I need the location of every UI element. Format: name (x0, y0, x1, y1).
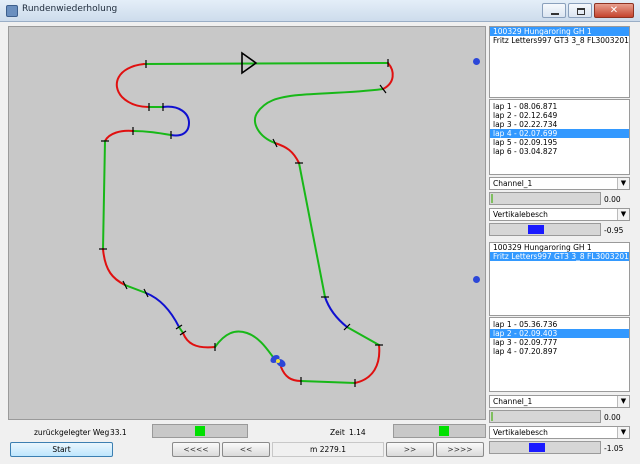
maximize-icon (577, 8, 585, 15)
top-channel-marker (473, 58, 480, 65)
track-segment (214, 330, 274, 358)
accel-select-value: Vertikalebesch (493, 428, 548, 437)
list-item[interactable]: lap 1 - 08.06.871 (490, 102, 629, 111)
track-segment (182, 332, 216, 349)
distance-value: 33.1 (110, 428, 127, 437)
channel-value-top: 0.00 (604, 195, 621, 204)
session-list-bottom[interactable]: 100329 Hungaroring GH 1 Fritz Letters997… (489, 242, 630, 316)
track-segment (143, 62, 389, 65)
accel-select-bottom[interactable]: Vertikalebesch ▼ (489, 426, 630, 439)
list-item[interactable]: lap 3 - 02.22.734 (490, 120, 629, 129)
channel-value-bottom: 0.00 (604, 413, 621, 422)
close-button[interactable]: ✕ (594, 3, 634, 18)
channel-bar-top (489, 192, 601, 205)
list-item[interactable]: 100329 Hungaroring GH 1 (490, 27, 629, 36)
track-segment (280, 366, 302, 382)
distance-label: zurückgelegter Weg (34, 428, 110, 437)
rewind-fast-button[interactable]: <<<< (172, 442, 220, 457)
accel-bar-top (489, 223, 601, 236)
minimize-icon (551, 13, 559, 15)
distance-progress[interactable] (152, 424, 248, 438)
forward-fast-button[interactable]: >>>> (436, 442, 484, 457)
window-title: Rundenwiederholung (22, 4, 118, 14)
chevron-down-icon: ▼ (617, 178, 629, 189)
chevron-down-icon: ▼ (617, 396, 629, 407)
lap-list-top[interactable]: lap 1 - 08.06.871 lap 2 - 02.12.649 lap … (489, 99, 630, 175)
time-label: Zeit (330, 428, 345, 437)
track-segment (132, 130, 172, 136)
track-segment (178, 326, 184, 334)
track-segment (145, 292, 180, 328)
track-map-panel (8, 26, 486, 420)
track-segment (324, 296, 348, 328)
maximize-button[interactable] (568, 3, 592, 18)
minimize-button[interactable] (542, 3, 566, 18)
list-item[interactable]: lap 4 - 02.07.699 (490, 129, 629, 138)
list-item[interactable]: lap 3 - 02.09.777 (490, 338, 629, 347)
track-segment (274, 142, 300, 164)
accel-bar-fill (528, 225, 544, 234)
forward-button[interactable]: >> (386, 442, 434, 457)
channel-select-top[interactable]: Channel_1 ▼ (489, 177, 630, 190)
track-segment (102, 140, 106, 250)
position-readout: m 2279.1 (272, 442, 384, 457)
list-item[interactable]: 100329 Hungaroring GH 1 (490, 243, 629, 252)
chevron-down-icon: ▼ (617, 209, 629, 220)
accel-select-value: Vertikalebesch (493, 210, 548, 219)
track-ticks (99, 59, 389, 387)
rewind-button[interactable]: << (222, 442, 270, 457)
session-list-top[interactable]: 100329 Hungaroring GH 1 Fritz Letters997… (489, 26, 630, 98)
channel-bar-fill (491, 194, 493, 203)
channel-bar-bottom (489, 410, 601, 423)
track-map (99, 51, 394, 387)
list-item[interactable]: lap 2 - 02.09.403 (490, 329, 629, 338)
accel-bar-fill (529, 443, 545, 452)
track-segment (300, 380, 356, 384)
track-segment (298, 162, 326, 298)
list-item[interactable]: lap 4 - 07.20.897 (490, 347, 629, 356)
bottom-channel-marker (473, 276, 480, 283)
list-item[interactable]: lap 6 - 03.04.827 (490, 147, 629, 156)
accel-value-bottom: -1.05 (604, 444, 624, 453)
channel-select-value: Channel_1 (493, 397, 533, 406)
time-progress[interactable] (393, 424, 486, 438)
channel-select-bottom[interactable]: Channel_1 ▼ (489, 395, 630, 408)
track-segment (102, 248, 126, 286)
list-item[interactable]: Fritz Letters997 GT3 3_8 FL30032010_0 (490, 36, 629, 45)
close-icon: ✕ (609, 5, 619, 16)
accel-bar-bottom (489, 441, 601, 454)
time-value: 1.14 (349, 428, 366, 437)
distance-progress-indicator (195, 426, 205, 436)
time-progress-indicator (439, 426, 449, 436)
app-icon (6, 5, 18, 17)
chevron-down-icon: ▼ (617, 427, 629, 438)
channel-select-value: Channel_1 (493, 179, 533, 188)
list-item[interactable]: lap 1 - 05.36.736 (490, 320, 629, 329)
track-segment (254, 88, 384, 144)
list-item[interactable]: Fritz Letters997 GT3 3_8 FL30032010_0 (490, 252, 629, 261)
accel-select-top[interactable]: Vertikalebesch ▼ (489, 208, 630, 221)
track-segment (162, 105, 190, 137)
title-bar: Rundenwiederholung ✕ (0, 0, 640, 22)
track-segment (124, 284, 147, 294)
list-item[interactable]: lap 5 - 02.09.195 (490, 138, 629, 147)
window-controls: ✕ (542, 3, 634, 18)
start-button[interactable]: Start (10, 442, 113, 457)
track-segment (354, 344, 381, 384)
channel-bar-fill (491, 412, 493, 421)
track-segment (104, 129, 134, 142)
list-item[interactable]: lap 2 - 02.12.649 (490, 111, 629, 120)
lap-list-bottom[interactable]: lap 1 - 05.36.736 lap 2 - 02.09.403 lap … (489, 317, 630, 392)
accel-value-top: -0.95 (604, 226, 624, 235)
track-segment (116, 63, 150, 108)
track-segment (346, 326, 380, 346)
